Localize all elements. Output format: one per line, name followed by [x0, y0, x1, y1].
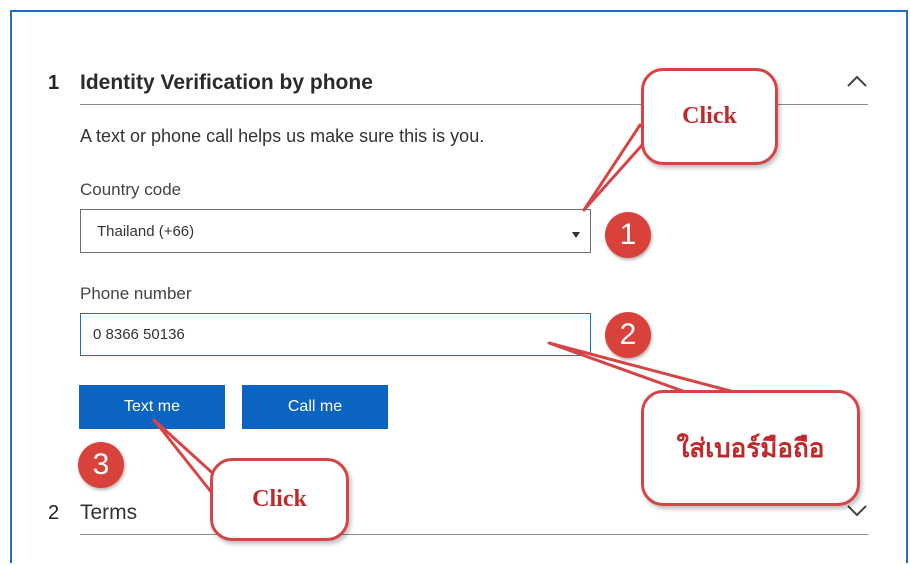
callout-click-select: Click [641, 68, 778, 165]
step-badge-1: 1 [605, 212, 651, 258]
callout-click-text-me: Click [210, 458, 349, 541]
step-badge-3: 3 [78, 442, 124, 488]
callout-enter-phone: ใส่เบอร์มือถือ [641, 390, 860, 506]
step-badge-2: 2 [605, 312, 651, 358]
